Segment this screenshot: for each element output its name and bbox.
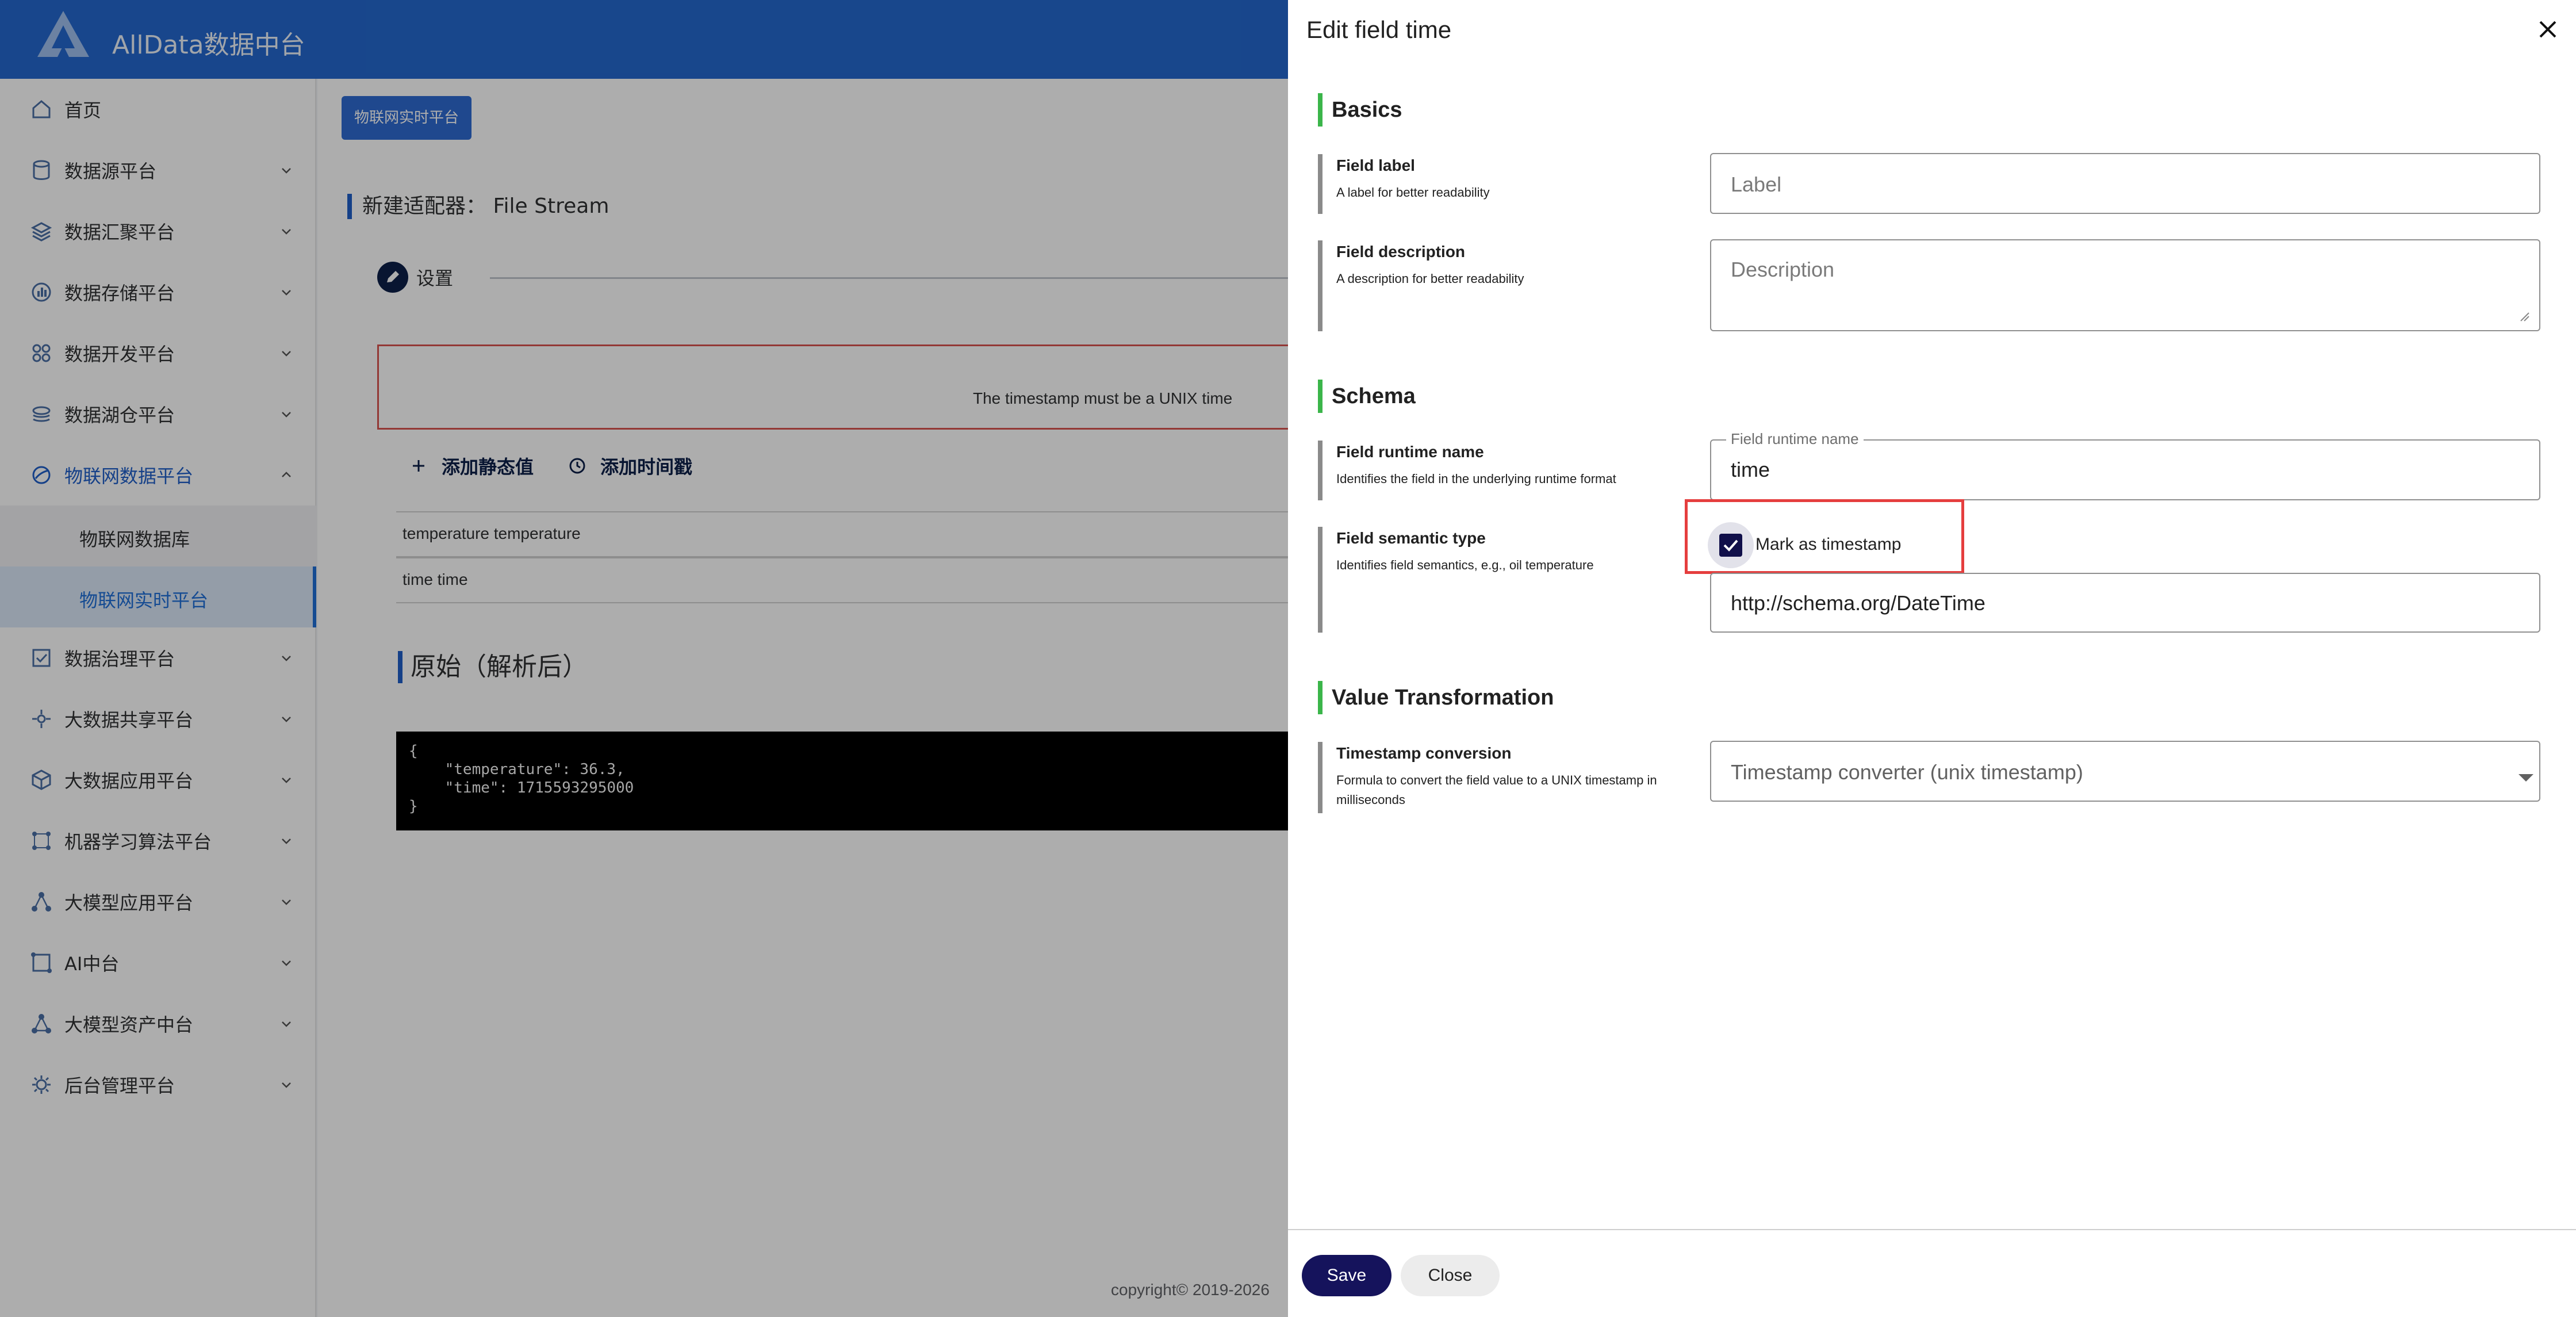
timestamp-conversion-description: Timestamp conversion Formula to convert … [1318, 742, 1681, 813]
dialog-title: Edit field time [1306, 16, 1452, 43]
timestamp-conversion-help: Formula to convert the field value to a … [1336, 773, 1657, 807]
runtime-name-value: time [1731, 458, 1770, 481]
runtime-name-help: Identifies the field in the underlying r… [1336, 472, 1616, 486]
field-label-description: Field label A label for better readabili… [1318, 154, 1490, 214]
runtime-name-floating-label: Field runtime name [1726, 430, 1864, 448]
semantic-type-value: http://schema.org/DateTime [1731, 591, 1985, 615]
field-label-title: Field label [1336, 156, 1415, 174]
dropdown-caret-icon [2518, 774, 2533, 782]
runtime-name-description: Field runtime name Identifies the field … [1318, 441, 1616, 500]
section-heading-basics: Basics [1318, 93, 1402, 127]
dialog-footer-divider [1288, 1229, 2576, 1230]
field-description-description: Field description A description for bett… [1318, 240, 1524, 331]
close-button[interactable]: Close [1401, 1255, 1500, 1296]
close-icon[interactable] [2536, 17, 2560, 41]
edit-field-dialog: Edit field time Basics Field label A lab… [1288, 0, 2576, 1317]
field-description-placeholder: Description [1731, 258, 1835, 281]
semantic-type-help: Identifies field semantics, e.g., oil te… [1336, 558, 1594, 572]
timestamp-conversion-title: Timestamp conversion [1336, 744, 1512, 762]
timestamp-converter-select[interactable]: Timestamp converter (unix timestamp) [1710, 741, 2540, 802]
field-label-placeholder: Label [1731, 173, 1782, 196]
resize-handle-icon[interactable] [2518, 311, 2530, 322]
field-description-title: Field description [1336, 243, 1466, 261]
section-heading-schema: Schema [1318, 380, 1416, 413]
field-label-help: A label for better readability [1336, 185, 1490, 200]
field-label-input[interactable]: Label [1710, 153, 2540, 214]
field-description-help: A description for better readability [1336, 271, 1524, 286]
timestamp-converter-value: Timestamp converter (unix timestamp) [1731, 760, 2083, 784]
semantic-type-title: Field semantic type [1336, 529, 1486, 547]
semantic-type-description: Field semantic type Identifies field sem… [1318, 527, 1594, 633]
runtime-name-input[interactable]: Field runtime name time [1710, 430, 2540, 500]
save-button[interactable]: Save [1302, 1255, 1392, 1296]
highlight-box [1685, 499, 1964, 574]
field-description-textarea[interactable]: Description [1710, 239, 2540, 331]
section-heading-value-transformation: Value Transformation [1318, 681, 1554, 714]
semantic-type-input[interactable]: http://schema.org/DateTime [1710, 573, 2540, 633]
runtime-name-title: Field runtime name [1336, 443, 1484, 461]
